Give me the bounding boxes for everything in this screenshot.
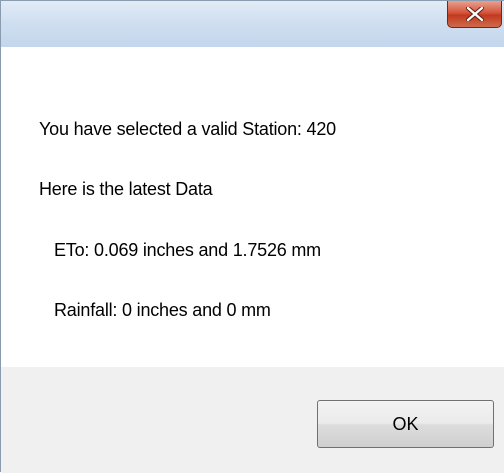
button-bar: OK — [1, 367, 504, 473]
close-button[interactable] — [447, 1, 502, 28]
latest-data-heading: Here is the latest Data — [39, 179, 213, 199]
eto-value: ETo: 0.069 inches and 1.7526 mm — [54, 240, 321, 260]
message-area: You have selected a valid Station: 420 H… — [1, 47, 504, 367]
ok-button[interactable]: OK — [317, 400, 494, 448]
message-dialog: You have selected a valid Station: 420 H… — [0, 0, 504, 473]
station-message: You have selected a valid Station: 420 — [39, 119, 336, 139]
close-x-icon — [465, 7, 484, 21]
title-bar[interactable] — [1, 1, 504, 47]
rainfall-value: Rainfall: 0 inches and 0 mm — [54, 300, 271, 320]
